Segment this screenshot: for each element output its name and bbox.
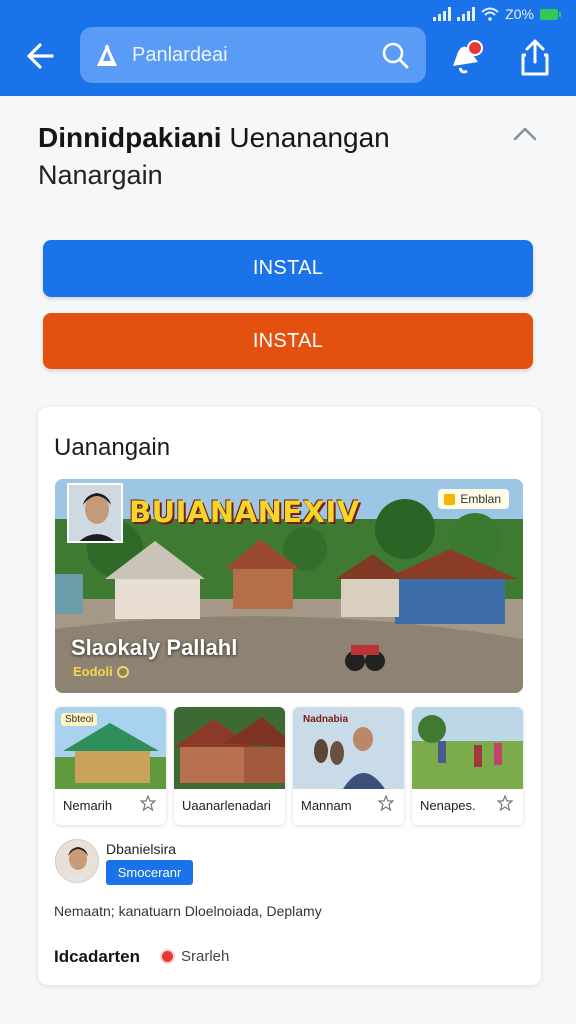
search-icon[interactable] [380, 40, 410, 70]
badge-icon [444, 493, 456, 505]
hero-portrait [67, 483, 123, 543]
hero-badge-label: Emblan [460, 492, 501, 506]
install-button-secondary[interactable]: INSTAL [43, 313, 533, 369]
card-title: Uanangain [54, 434, 171, 461]
signal-icon-2 [457, 7, 476, 21]
record-dot-icon [160, 949, 175, 964]
page-subtitle-text: Nanargain [38, 160, 163, 190]
thumbnail-card[interactable]: Nadnabia Mannam [293, 707, 404, 825]
install-button-primary[interactable]: INSTAL [43, 240, 533, 297]
status-bar: Z0% [433, 4, 561, 24]
description: Nemaatn; kanatuarn Dloelnoiada, Deplamy [54, 903, 322, 919]
thumbnail-row: Sbteoi Nemarih Uaanarlenadari Nadnabia M… [55, 707, 523, 825]
thumbnail-label: Nenapes. [420, 798, 476, 813]
thumbnail-card[interactable]: Sbteoi Nemarih [55, 707, 166, 825]
thumbnail-tag: Nadnabia [303, 714, 349, 725]
search-query[interactable]: Panlardeai [132, 44, 380, 67]
hero-sub-caption-text: Eodoli [73, 664, 113, 679]
notification-bell-icon[interactable] [448, 38, 484, 78]
battery-icon [540, 8, 561, 20]
page-title: Dinnidpakiani Uenanangan [38, 122, 390, 154]
thumbnail-image [412, 707, 523, 789]
thumbnail-card[interactable]: Nenapes. [412, 707, 523, 825]
hero-caption: Slaokaly Pallahl [71, 635, 238, 660]
footer-action[interactable]: Srarleh [160, 948, 229, 965]
hero-image[interactable]: BUIANANEXIV Emblan Slaokaly Pallahl Eodo… [55, 479, 523, 693]
arrow-left-icon[interactable] [22, 38, 62, 74]
thumbnail-tag: Sbteoi [61, 713, 98, 726]
author-name[interactable]: Dbanielsira [106, 841, 176, 857]
footer-action-label: Srarleh [181, 948, 230, 965]
search-bar[interactable]: Panlardeai [80, 27, 426, 83]
top-app-bar: Z0% Panlardeai [0, 0, 576, 96]
hero-sub-caption: Eodoli [73, 664, 129, 679]
thumbnail-label: Uaanarlenadari [182, 798, 271, 813]
page-title-rest: Uenanangan [221, 122, 390, 153]
author-chip[interactable]: Smoceranr [106, 860, 193, 885]
record-icon [116, 665, 129, 678]
page-title-bold: Dinnidpakiani [38, 122, 222, 153]
battery-percent: Z0% [505, 6, 534, 22]
avatar[interactable] [55, 839, 99, 883]
star-icon[interactable] [378, 795, 394, 811]
wifi-icon [481, 7, 499, 21]
page-subtitle: Nanargain [38, 160, 163, 191]
thumbnail-card[interactable]: Uaanarlenadari [174, 707, 285, 825]
hero-badge[interactable]: Emblan [438, 489, 509, 509]
signal-icon [433, 7, 452, 21]
footer-label[interactable]: Idcadarten [54, 947, 140, 967]
thumbnail-label: Mannam [301, 798, 352, 813]
hero-banner-text: BUIANANEXIV [129, 495, 360, 529]
share-icon[interactable] [518, 38, 552, 78]
star-icon[interactable] [497, 795, 513, 811]
star-icon[interactable] [140, 795, 156, 811]
thumbnail-image [174, 707, 285, 789]
app-logo-icon [97, 44, 117, 66]
thumbnail-label: Nemarih [63, 798, 113, 813]
chevron-up-icon[interactable] [512, 124, 538, 144]
content-card: Uanangain BUIANANEXIV Emblan Slaokaly Pa… [38, 407, 541, 985]
